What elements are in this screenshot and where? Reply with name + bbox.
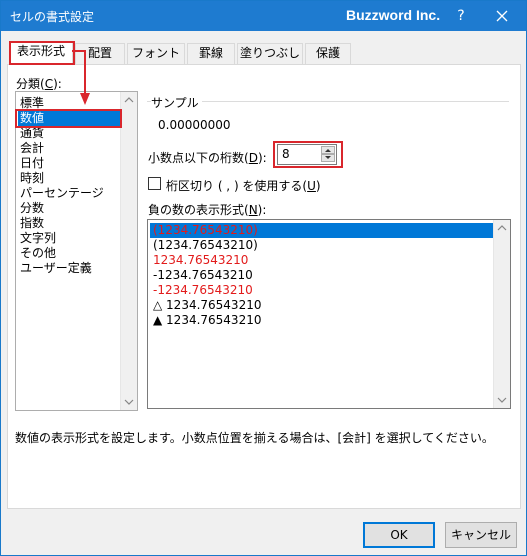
list-item[interactable]: ユーザー定義 — [20, 261, 92, 276]
scroll-up-arrow[interactable] — [494, 220, 510, 237]
list-item[interactable]: 時刻 — [20, 171, 44, 186]
list-item[interactable]: その他 — [20, 246, 56, 261]
tab-protection[interactable]: 保護 — [305, 43, 351, 64]
tab-font[interactable]: フォント — [127, 43, 185, 64]
ok-button[interactable]: OK — [363, 522, 435, 548]
chevron-down-icon — [497, 397, 507, 403]
thousand-separator-checkbox[interactable] — [148, 177, 161, 190]
negative-numbers-list[interactable]: (1234.76543210) (1234.76543210) 1234.765… — [147, 219, 511, 409]
negative-option[interactable]: △ 1234.76543210 — [153, 298, 261, 313]
negative-option[interactable]: (1234.76543210) — [153, 238, 258, 253]
chevron-down-icon — [124, 399, 134, 405]
category-highlight-box — [15, 109, 122, 128]
scroll-up-arrow[interactable] — [121, 92, 137, 109]
sample-label: サンプル — [151, 94, 202, 111]
chevron-up-icon — [497, 225, 507, 231]
list-item[interactable]: 文字列 — [20, 231, 56, 246]
tab-border[interactable]: 罫線 — [187, 43, 235, 64]
category-scrollbar[interactable] — [120, 92, 137, 410]
scroll-down-arrow[interactable] — [121, 393, 137, 410]
sample-value: 0.00000000 — [158, 118, 231, 132]
list-item[interactable]: パーセンテージ — [20, 186, 104, 201]
dialog-title: セルの書式設定 — [10, 10, 95, 24]
close-button[interactable] — [487, 5, 517, 27]
negative-numbers-label: 負の数の表示形式(N): — [148, 203, 267, 217]
negative-option[interactable]: -1234.76543210 — [153, 283, 253, 298]
negative-option[interactable]: -1234.76543210 — [153, 268, 253, 283]
format-cells-dialog: セルの書式設定 Buzzword Inc. ? 表示形式 配置 フォント 罫線 … — [0, 0, 527, 556]
negative-option[interactable]: ▲ 1234.76543210 — [153, 313, 261, 328]
list-item[interactable]: 会計 — [20, 141, 44, 156]
negative-option[interactable]: 1234.76543210 — [153, 253, 248, 268]
chevron-up-icon — [124, 97, 134, 103]
brand-label: Buzzword Inc. — [346, 7, 441, 23]
cancel-button[interactable]: キャンセル — [445, 522, 517, 548]
list-item[interactable]: 通貨 — [20, 126, 44, 141]
list-item[interactable]: 指数 — [20, 216, 44, 231]
title-bar: セルの書式設定 Buzzword Inc. ? — [1, 1, 526, 31]
scroll-down-arrow[interactable] — [494, 391, 510, 408]
negative-list-scrollbar[interactable] — [493, 220, 510, 408]
list-item[interactable]: 日付 — [20, 156, 44, 171]
category-label: 分類(C): — [16, 77, 62, 91]
format-description: 数値の表示形式を設定します。小数点位置を揃える場合は、[会計] を選択してくださ… — [15, 431, 494, 445]
annotation-arrow-icon — [72, 50, 90, 105]
tab-highlight-box — [9, 41, 75, 65]
help-button[interactable]: ? — [448, 5, 474, 27]
decimal-highlight-box — [273, 141, 343, 168]
list-item[interactable]: 分数 — [20, 201, 44, 216]
tab-fill[interactable]: 塗りつぶし — [237, 43, 303, 64]
close-icon — [496, 10, 508, 22]
category-list[interactable]: 標準 数値 通貨 会計 日付 時刻 パーセンテージ 分数 指数 文字列 その他 … — [15, 91, 138, 411]
decimal-places-label: 小数点以下の桁数(D): — [148, 151, 267, 165]
negative-option-selected[interactable]: (1234.76543210) — [150, 223, 494, 238]
thousand-separator-label: 桁区切り ( , ) を使用する(U) — [166, 179, 321, 193]
